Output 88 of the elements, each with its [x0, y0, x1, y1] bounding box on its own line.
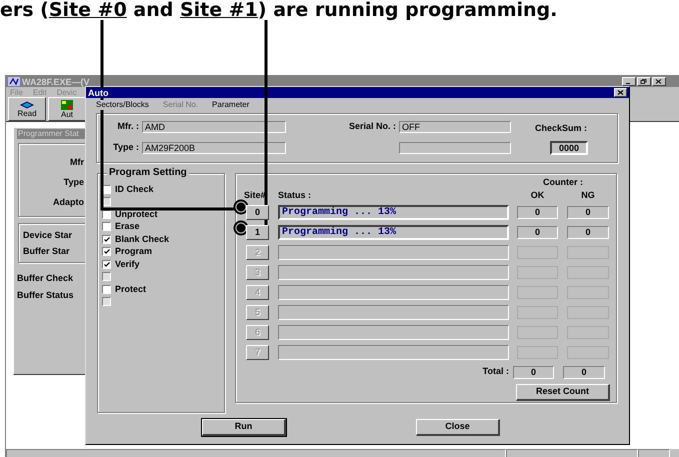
option-label: Program — [115, 246, 152, 258]
ng-count-field — [567, 346, 609, 358]
minimize-button[interactable] — [622, 77, 636, 86]
ok-count-field — [517, 286, 558, 298]
site-button[interactable]: 1 — [246, 224, 269, 240]
checkbox[interactable] — [102, 284, 111, 294]
serial-field: OFF — [399, 121, 511, 133]
option-label: Blank Check — [115, 234, 170, 245]
ng-count-field: 0 — [567, 226, 609, 238]
close-button[interactable] — [652, 77, 666, 86]
ok-count-field — [517, 246, 558, 258]
option-label: Unprotect — [115, 208, 158, 220]
close-icon — [617, 90, 624, 95]
field-label: Serial No. : — [348, 120, 397, 134]
ok-count-field — [517, 306, 558, 318]
app-icon — [8, 77, 20, 86]
caption-text: ers (Site #0 and Site #1) are running programming. — [0, 0, 558, 21]
total-label: Total : — [482, 365, 510, 378]
menu-item[interactable]: Edit — [32, 88, 47, 96]
field-label: Buffer Star — [23, 245, 71, 257]
option-label: Verify — [115, 258, 140, 270]
ok-count-field: 0 — [517, 206, 558, 218]
field-label: Buffer Check — [17, 272, 74, 284]
reset-count-button[interactable]: Reset Count — [516, 384, 610, 400]
check-icon — [104, 236, 110, 242]
option-label: ID Check — [115, 184, 154, 195]
checkbox[interactable] — [102, 222, 111, 232]
field-label: Mfr. : — [116, 120, 140, 134]
field-label: Type — [64, 176, 84, 188]
field-label: Buffer Status — [17, 289, 75, 301]
field-label: Device Star — [23, 229, 74, 241]
restore-button[interactable] — [636, 77, 651, 86]
ng-count-field — [567, 306, 609, 318]
site-button[interactable]: 6 — [246, 324, 269, 340]
restore-icon — [640, 79, 648, 84]
group-title: Program Setting — [107, 167, 189, 179]
option-label: Protect — [115, 284, 146, 295]
menu-item[interactable]: File — [10, 88, 23, 96]
check-icon — [104, 262, 110, 267]
site-button[interactable]: 7 — [246, 344, 269, 360]
close-button[interactable] — [614, 88, 627, 97]
close-icon — [655, 79, 662, 84]
site-button[interactable]: 5 — [246, 304, 269, 320]
ok-count-field — [517, 346, 558, 358]
column-header: Status : — [278, 188, 312, 202]
dialog-title: Auto — [88, 88, 108, 98]
check-icon — [104, 249, 110, 254]
ok-count-field — [517, 266, 558, 278]
menu-item[interactable]: Parameter — [212, 100, 250, 110]
site-button[interactable]: 2 — [246, 244, 269, 260]
window-title: WA28F.EXE—(V — [22, 76, 90, 86]
ng-count-field — [567, 286, 609, 298]
checkbox[interactable] — [102, 234, 111, 244]
field-label: Type : — [112, 141, 140, 154]
site-button[interactable]: 4 — [246, 284, 269, 300]
ng-count-field — [567, 246, 609, 258]
ok-count-field — [517, 326, 558, 338]
column-header: Site# — [244, 188, 267, 202]
site-button[interactable]: 3 — [246, 264, 269, 280]
chip-grid-icon — [61, 100, 73, 110]
site-button[interactable]: 0 — [246, 204, 269, 220]
ng-count-field — [567, 266, 609, 278]
total-ok-field: 0 — [513, 366, 554, 378]
field-label: Adapto — [53, 196, 84, 208]
toolbar-button[interactable]: Read — [8, 97, 46, 121]
run-button[interactable]: Run — [202, 419, 286, 436]
field-label: Mfr — [70, 156, 84, 168]
checkbox[interactable] — [102, 260, 111, 269]
total-ng-field: 0 — [563, 366, 605, 378]
close-button[interactable]: Close — [416, 419, 500, 436]
status-field: Programming ... 13% — [278, 224, 509, 240]
mfr-field: AMD — [142, 121, 286, 133]
field-label: CheckSum : — [535, 122, 588, 135]
column-header: OK — [530, 188, 546, 202]
menu-item[interactable]: Sectors/Blocks — [96, 100, 149, 110]
checksum-field: 0000 — [550, 141, 588, 155]
column-header: NG — [580, 188, 596, 202]
toolbar-button[interactable]: Aut — [48, 97, 86, 121]
status-field: Programming ... 13% — [278, 204, 509, 220]
ng-count-field: 0 — [567, 206, 609, 218]
option-label: Erase — [115, 221, 140, 232]
ng-count-field — [567, 326, 609, 338]
checkbox[interactable] — [102, 247, 111, 256]
ok-count-field: 0 — [517, 226, 558, 238]
chip-icon — [20, 100, 34, 108]
type-field: AM29F200B — [142, 142, 286, 154]
menu-item[interactable]: Devic — [56, 88, 77, 96]
column-header: Counter : — [542, 176, 584, 189]
